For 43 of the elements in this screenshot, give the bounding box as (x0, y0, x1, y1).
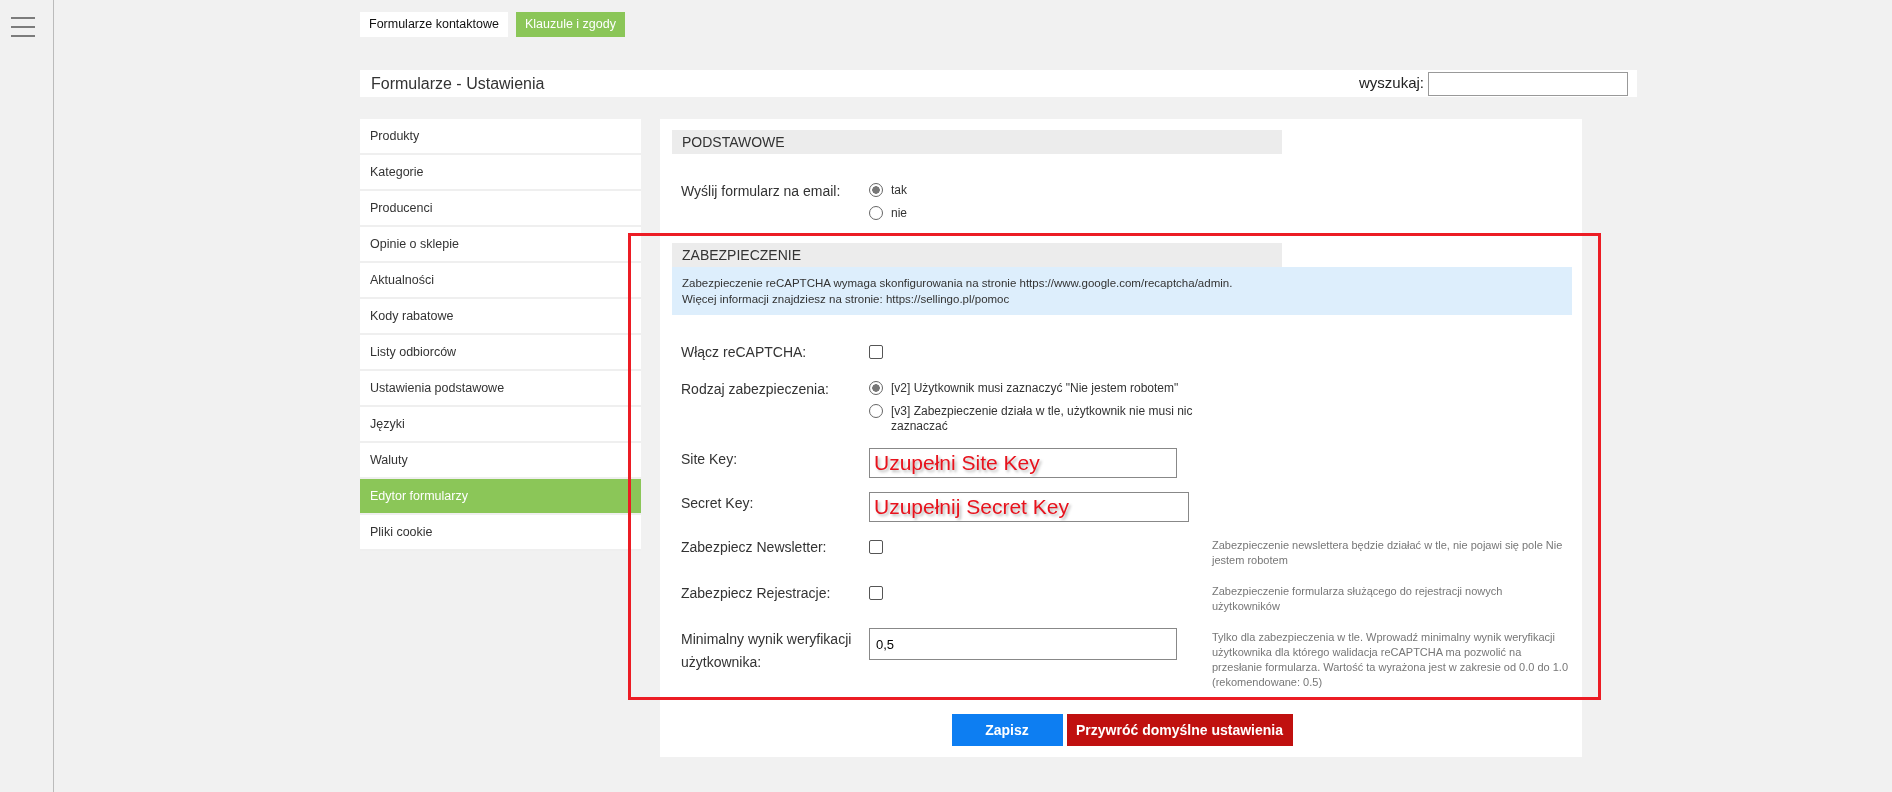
field-label: Zabezpiecz Rejestracje: (681, 584, 832, 603)
sidebar-item[interactable]: Producenci (360, 191, 641, 227)
section-header: PODSTAWOWE (672, 130, 1282, 154)
page-title: Formularze - Ustawienia (371, 73, 545, 94)
field-label: Rodzaj zabezpieczenia: (681, 380, 830, 399)
radio-button[interactable] (869, 381, 883, 395)
help-text: Tylko dla zabezpieczenia w tle. Wprowadź minimalny wynik weryfikacji użytkownika dla którego walidacja reCAPTCHA ma pozwolić na przesłanie formularza. Wartość ta wyrażona jest w zakresie od 0.0 do 1.0 (rekomendowane: 0.5) (1212, 630, 1570, 690)
save-button[interactable]: Zapisz (951, 714, 1063, 746)
section-header: ZABEZPIECZENIE (672, 243, 1282, 267)
info-message: Zabezpieczenie reCAPTCHA wymaga skonfigurowania na stronie https://www.google.com/recaptcha/admin. Więcej informacji znajdziesz na stronie: https://sellingo.pl/pomoc (672, 267, 1572, 315)
field-label: Włącz reCAPTCHA: (681, 343, 808, 362)
option-label: nie (891, 206, 907, 221)
field-label: Site Key: (681, 450, 739, 469)
checkbox[interactable] (869, 345, 883, 359)
sidebar-item[interactable]: Produkty (360, 119, 641, 155)
checkbox[interactable] (869, 586, 883, 600)
sidebar-item[interactable]: Opinie o sklepie (360, 227, 641, 263)
sidebar-item[interactable]: Języki (360, 407, 641, 443)
tab[interactable]: Formularze kontaktowe (360, 12, 508, 37)
menu-icon[interactable] (11, 16, 35, 37)
help-text: Zabezpieczenie newslettera będzie działać w tle, nie pojawi się pole Nie jestem robotem (1212, 538, 1564, 568)
sidebar-item[interactable]: Kategorie (360, 155, 641, 191)
option-label: tak (891, 183, 907, 198)
sidebar-item[interactable]: Ustawienia podstawowe (360, 371, 641, 407)
reset-button[interactable]: Przywróć domyślne ustawienia (1066, 714, 1293, 746)
option-label: [v2] Użytkownik musi zaznaczyć "Nie jestem robotem" (891, 381, 1179, 396)
search-field[interactable] (1428, 71, 1628, 96)
sidebar-item[interactable]: Pliki cookie (360, 515, 641, 551)
sidebar-item[interactable]: Aktualności (360, 263, 641, 299)
text-field[interactable]: Uzupełni Site Key (869, 448, 1177, 478)
field-label: Zabezpiecz Newsletter: (681, 538, 828, 557)
text-field[interactable]: Uzupełnij Secret Key (869, 492, 1189, 522)
search-label: wyszukaj: (1358, 73, 1424, 94)
checkbox[interactable] (869, 540, 883, 554)
field-label: Wyślij formularz na email: (681, 182, 842, 201)
sidebar-item[interactable]: Listy odbiorców (360, 335, 641, 371)
help-text: Zabezpieczenie formularza służącego do rejestracji nowych użytkowników (1212, 584, 1504, 614)
text-field[interactable]: 0,5 (869, 628, 1177, 660)
sidebar-item[interactable]: Kody rabatowe (360, 299, 641, 335)
option-label: [v3] Zabezpieczenie działa w tle, użytkownik nie musi nic zaznaczać (891, 404, 1194, 434)
radio-button[interactable] (869, 183, 883, 197)
field-label: Secret Key: (681, 494, 755, 513)
field-label: Minimalny wynik weryfikacji użytkownika: (681, 630, 853, 672)
